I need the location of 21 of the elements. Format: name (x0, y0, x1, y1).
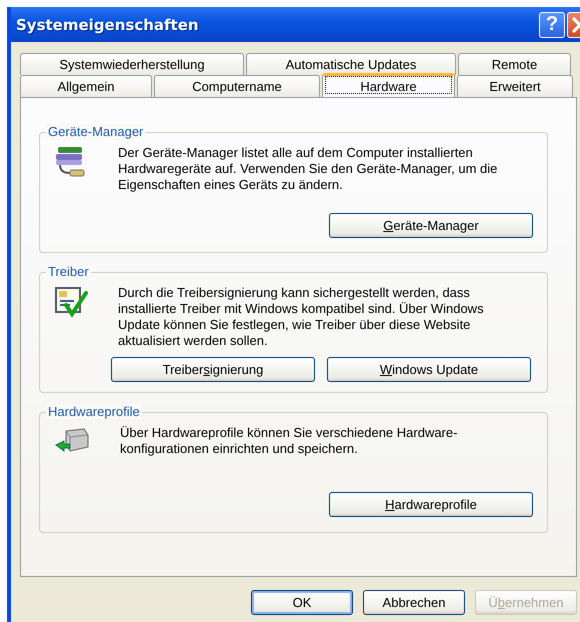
dialog-button[interactable]: Abbrechen (363, 590, 465, 615)
tab[interactable]: Hardware (322, 73, 455, 97)
action-button[interactable]: Treibersignierung (111, 357, 315, 382)
tab[interactable]: Automatische Updates (246, 53, 456, 75)
tab[interactable]: Computername (154, 75, 320, 97)
group-description: Durch die Treibersignierung kann sichergestellt werden, dass installierte Treiber mit Windows kompatibel sind. Über Windows Update können Sie festlegen, wie Treiber über diese Website aktualisiert werden sollen. (118, 285, 485, 349)
tab[interactable]: Systemwiederherstellung (20, 53, 244, 75)
tab[interactable]: Remote (458, 53, 571, 75)
group-title: Treiber (46, 264, 91, 279)
group-description: Über Hardwareprofile können Sie verschiedene Hardware-konfigurationen einrichten und speichern. (120, 425, 458, 457)
action-button[interactable]: Hardwareprofile (329, 492, 533, 517)
certificate-check-icon (54, 285, 88, 319)
window-title: Systemeigenschaften (16, 16, 200, 34)
tab[interactable]: Erweitert (457, 75, 573, 97)
group-description: Der Geräte-Manager listet alle auf dem Computer installierten Hardwaregeräte auf. Verwenden Sie den Geräte-Manager, um die Eigenschaften eines Geräts zu ändern. (118, 145, 498, 193)
action-button[interactable]: Windows Update (327, 357, 531, 382)
group-title: Geräte-Manager (46, 124, 146, 139)
dialog-button[interactable]: OK (251, 590, 353, 615)
tab[interactable]: Allgemein (20, 75, 152, 97)
action-button[interactable]: Geräte-Manager (329, 213, 533, 238)
group-title: Hardwareprofile (46, 404, 142, 419)
